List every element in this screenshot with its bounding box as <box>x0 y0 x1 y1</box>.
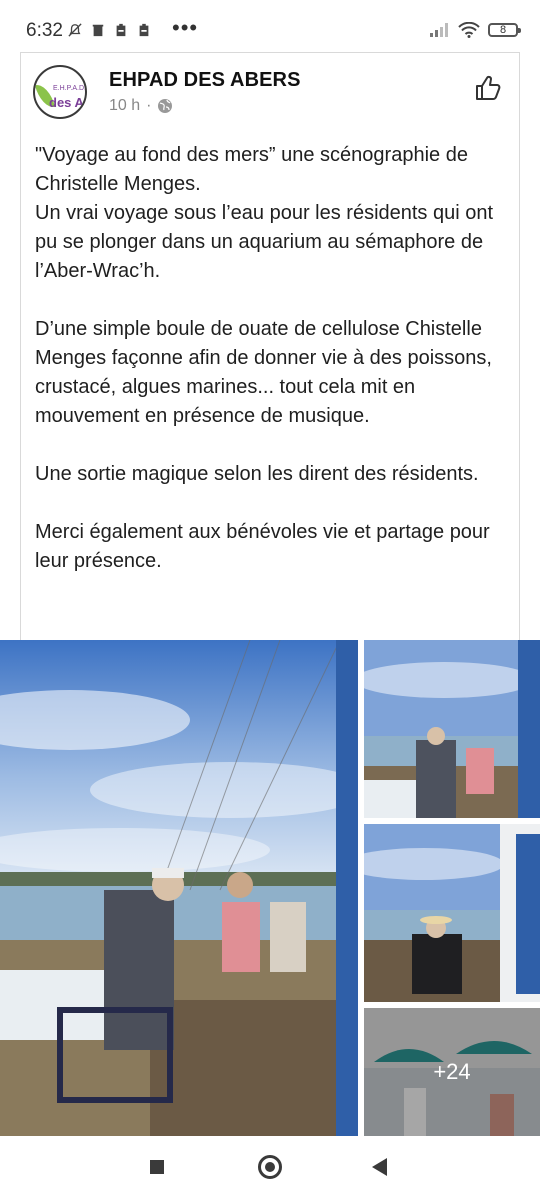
avatar-small-text: E.H.P.A.D. <box>53 85 86 92</box>
photo-main[interactable] <box>0 640 358 1136</box>
photo-thumb-2[interactable] <box>364 824 540 1002</box>
triangle-back-icon[interactable] <box>372 1158 387 1176</box>
system-indicators: 8 <box>430 22 521 38</box>
battery-icon: 8 <box>488 23 521 37</box>
globe-icon <box>158 99 173 113</box>
post-text: "Voyage au fond des mers” une scénograph… <box>35 144 494 572</box>
photo-thumb-1[interactable] <box>364 640 540 818</box>
photo-main-image <box>0 640 358 1136</box>
page-name[interactable]: EHPAD DES ABERS <box>109 69 301 92</box>
post-card: E.H.P.A.D. des AB EHPAD DES ABERS 10 h ·… <box>20 52 520 652</box>
square-icon[interactable] <box>150 1160 164 1174</box>
meta-separator: · <box>146 97 152 114</box>
notification-icons <box>68 22 151 38</box>
photo-thumb-2-image <box>364 824 540 1002</box>
system-nav-bar <box>0 1136 540 1200</box>
post-time[interactable]: 10 h <box>109 97 140 115</box>
photo-thumb-3[interactable]: +24 <box>364 1008 540 1136</box>
clipboard-notification-icon <box>116 23 126 37</box>
more-photos-overlay[interactable]: +24 <box>364 1008 540 1136</box>
photo-grid: +24 <box>0 640 540 1136</box>
thumbs-up-icon[interactable] <box>473 73 503 103</box>
signal-icon <box>430 23 448 37</box>
muted-notification-icon <box>68 23 82 37</box>
avatar-brand-text: des AB <box>49 95 85 110</box>
trash-notification-icon <box>92 24 104 37</box>
more-notifications-dots: ••• <box>172 15 199 40</box>
circle-icon[interactable] <box>258 1155 282 1179</box>
clipboard-notification-icon <box>139 23 149 37</box>
status-time: 6:32 <box>26 20 63 41</box>
page-avatar[interactable]: E.H.P.A.D. des AB <box>33 65 87 119</box>
post-meta: 10 h · <box>109 97 173 115</box>
wifi-icon <box>458 22 480 38</box>
photo-thumb-1-image <box>364 640 540 818</box>
